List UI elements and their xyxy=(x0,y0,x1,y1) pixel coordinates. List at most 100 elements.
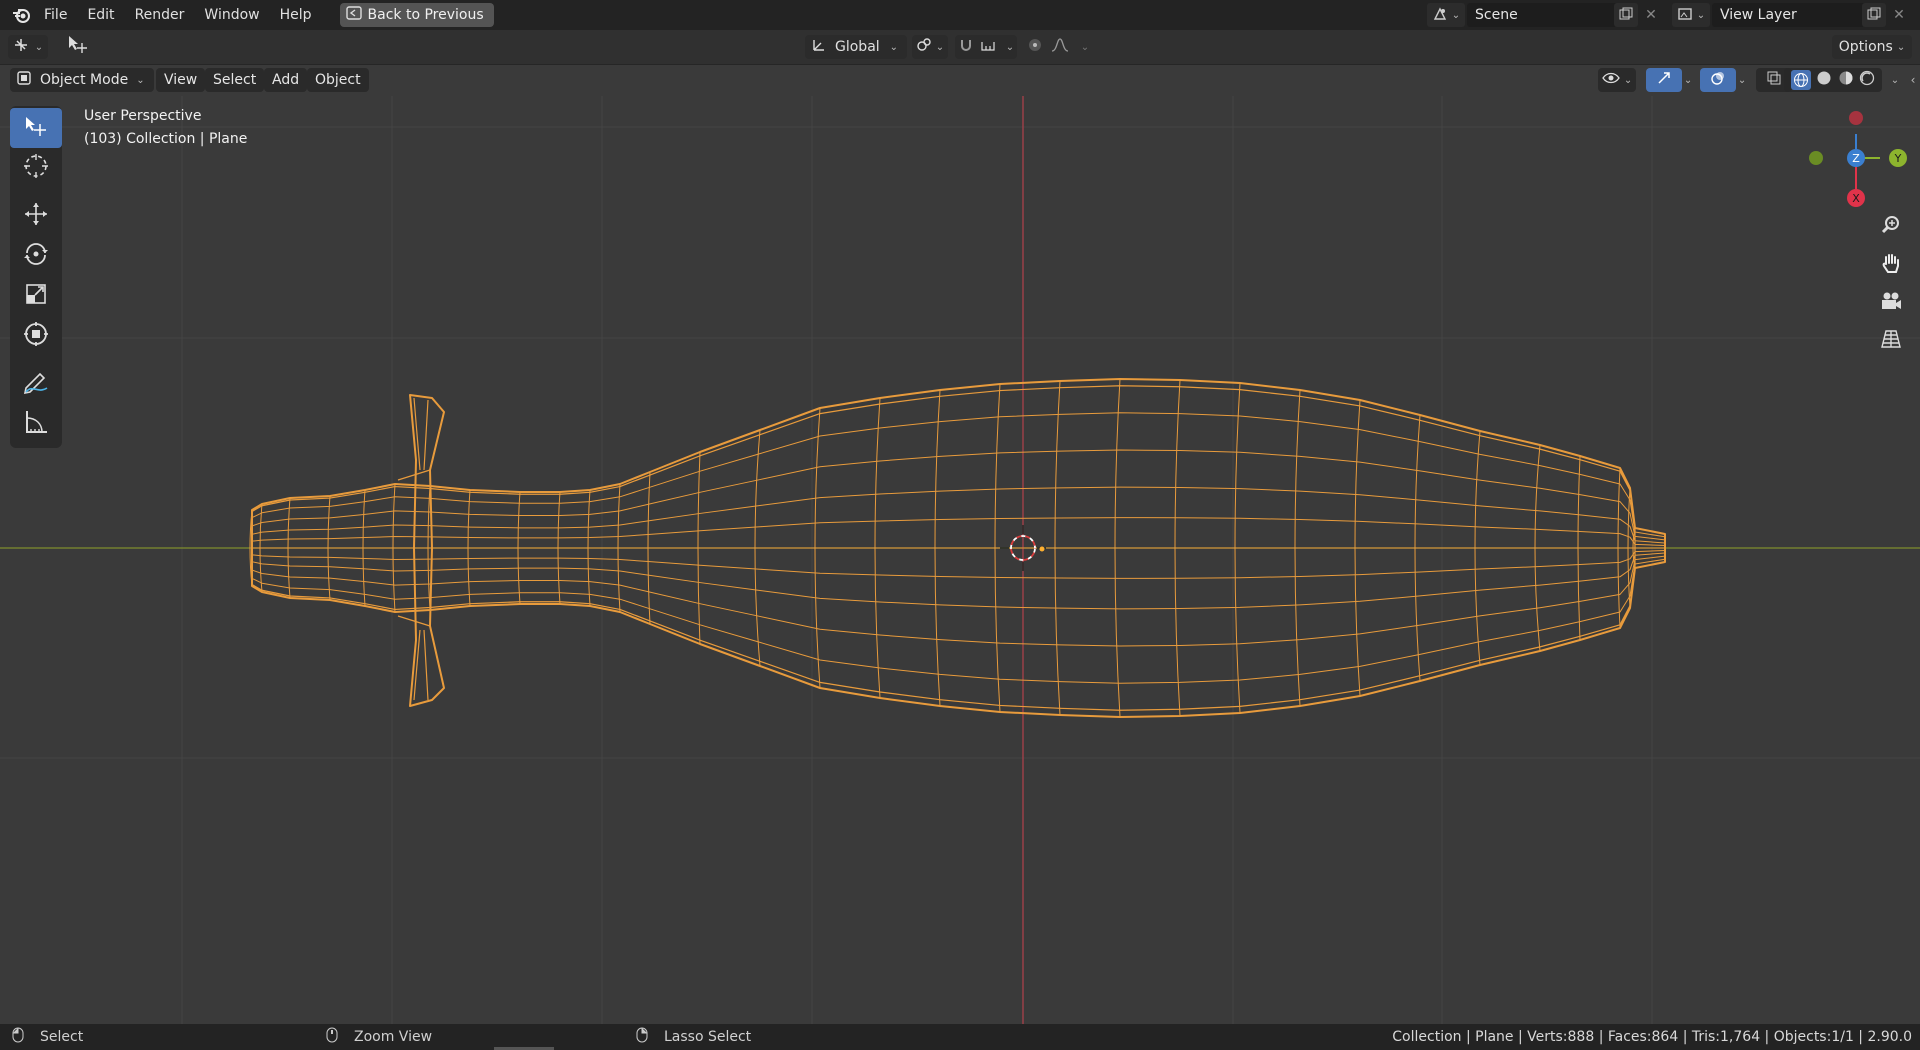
tool-scale[interactable] xyxy=(10,276,62,316)
status-select-hint: Select xyxy=(12,1024,83,1050)
viewport-header: Object Mode ⌄ View Select Add Object ⌄ ⌄… xyxy=(0,64,1920,96)
viewport-canvas[interactable] xyxy=(0,64,1920,1024)
grid-perspective-icon xyxy=(1880,328,1902,354)
menu-render[interactable]: Render xyxy=(125,0,195,30)
transform-orientation-dropdown[interactable]: Global ⌄ xyxy=(805,35,907,59)
back-to-previous-button[interactable]: Back to Previous xyxy=(339,3,494,27)
gizmo-neg-x-ball xyxy=(1849,111,1863,125)
cursor-move-icon xyxy=(66,34,90,60)
top-menu-bar: File Edit Render Window Help Back to Pre… xyxy=(0,0,1920,30)
pencil-icon xyxy=(22,368,50,400)
orientation-label: Global xyxy=(835,39,880,55)
xray-icon xyxy=(1767,71,1781,89)
wireframe-shading-icon[interactable] xyxy=(1790,70,1811,90)
close-icon: ✕ xyxy=(1645,7,1657,23)
duplicate-icon xyxy=(1867,7,1881,24)
snap-controls[interactable]: ⌄ xyxy=(955,35,1017,59)
status-zoom-label: Zoom View xyxy=(354,1029,433,1045)
shading-mode-group[interactable] xyxy=(1784,68,1882,92)
scene-browse-button[interactable]: ⌄ xyxy=(1427,3,1465,27)
blender-logo-icon[interactable] xyxy=(8,0,34,30)
tool-transform[interactable] xyxy=(10,316,62,356)
status-lasso-hint: Lasso Select xyxy=(636,1024,751,1050)
viewport-menu-select[interactable]: Select xyxy=(205,68,265,92)
camera-icon xyxy=(1880,291,1902,315)
select-box-icon xyxy=(23,114,49,142)
gizmo-icon xyxy=(1656,70,1672,90)
tool-annotate[interactable] xyxy=(10,364,62,404)
viewport-menu-object[interactable]: Object xyxy=(307,68,369,92)
mouse-left-icon xyxy=(12,1027,24,1047)
orientation-icon xyxy=(811,37,827,57)
scene-name-field[interactable]: Scene xyxy=(1467,3,1622,27)
eye-icon xyxy=(1602,72,1620,88)
proportional-editing-controls[interactable]: ⌄ xyxy=(1026,35,1090,59)
scene-icon xyxy=(1432,6,1448,25)
3d-viewport[interactable]: User Perspective (103) Collection | Plan… xyxy=(0,64,1920,1024)
new-scene-button[interactable] xyxy=(1614,3,1638,27)
navigation-gizmo[interactable]: Z Y X xyxy=(1790,104,1910,214)
overlays-dropdown[interactable]: ⌄ xyxy=(1730,68,1754,92)
gizmo-y-label: Y xyxy=(1894,152,1902,165)
falloff-curve-icon[interactable] xyxy=(1051,38,1069,56)
perspective-toggle-button[interactable] xyxy=(1876,326,1906,356)
menu-edit[interactable]: Edit xyxy=(77,0,124,30)
menu-file[interactable]: File xyxy=(34,0,77,30)
gizmo-dropdown[interactable]: ⌄ xyxy=(1676,68,1700,92)
gizmo-neg-y-ball xyxy=(1809,151,1823,165)
delete-scene-button[interactable]: ✕ xyxy=(1640,3,1662,27)
status-zoom-hint: Zoom View xyxy=(326,1024,432,1050)
zoom-magnifier-icon xyxy=(1880,214,1902,240)
scene-name: Scene xyxy=(1475,7,1518,23)
sidebar-toggle-arrow[interactable]: ‹ xyxy=(1906,68,1920,92)
cursor-icon xyxy=(22,152,50,184)
snap-magnet-icon[interactable] xyxy=(958,37,974,57)
view-layer-name-field[interactable]: View Layer xyxy=(1712,3,1870,27)
viewport-menu-add[interactable]: Add xyxy=(264,68,308,92)
tool-measure[interactable] xyxy=(10,404,62,444)
view-layer-icon xyxy=(1677,6,1693,25)
editor-type-button[interactable]: ⌄ xyxy=(8,35,48,59)
select-tool-button[interactable] xyxy=(66,35,90,59)
object-mode-label: Object Mode xyxy=(40,72,129,88)
status-select-label: Select xyxy=(40,1029,84,1045)
gizmo-x-label: X xyxy=(1852,192,1860,205)
selected-mesh-wireframe[interactable] xyxy=(249,378,1666,718)
shading-dropdown[interactable]: ⌄ xyxy=(1882,68,1908,92)
tool-select-box[interactable] xyxy=(10,108,62,148)
pan-button[interactable] xyxy=(1876,250,1906,280)
menu-help[interactable]: Help xyxy=(270,0,322,30)
chevron-left-icon: ‹ xyxy=(1910,73,1916,87)
scene-statistics: Collection | Plane | Verts:888 | Faces:8… xyxy=(1392,1029,1912,1045)
delete-view-layer-button[interactable]: ✕ xyxy=(1888,3,1910,27)
mouse-right-icon xyxy=(636,1027,648,1047)
tool-move[interactable] xyxy=(10,196,62,236)
tool-rotate[interactable] xyxy=(10,236,62,276)
menu-window[interactable]: Window xyxy=(194,0,269,30)
move-icon xyxy=(22,200,50,232)
new-view-layer-button[interactable] xyxy=(1862,3,1886,27)
viewport-editor-icon xyxy=(13,37,31,57)
pivot-point-dropdown[interactable]: ⌄ xyxy=(912,35,948,59)
object-mode-icon xyxy=(16,70,32,90)
snap-increment-icon[interactable] xyxy=(980,38,996,56)
tool-header: ⌄ Global ⌄ ⌄ ⌄ ⌄ Options ⌄ xyxy=(0,30,1920,65)
zoom-button[interactable] xyxy=(1876,212,1906,242)
view-layer-browse-button[interactable]: ⌄ xyxy=(1672,3,1710,27)
solid-shading-icon[interactable] xyxy=(1816,70,1832,90)
proportional-edit-icon[interactable] xyxy=(1027,37,1043,57)
options-dropdown[interactable]: Options ⌄ xyxy=(1832,35,1912,59)
status-lasso-label: Lasso Select xyxy=(664,1029,752,1045)
tool-cursor[interactable] xyxy=(10,148,62,188)
material-shading-icon[interactable] xyxy=(1838,70,1854,90)
scale-icon xyxy=(22,280,50,312)
rendered-shading-icon[interactable] xyxy=(1859,70,1875,90)
visibility-dropdown[interactable]: ⌄ xyxy=(1598,68,1636,92)
viewport-menu-view[interactable]: View xyxy=(156,68,206,92)
duplicate-icon xyxy=(1619,7,1633,24)
camera-view-button[interactable] xyxy=(1876,288,1906,318)
transform-icon xyxy=(22,320,50,352)
left-toolbar xyxy=(10,106,62,448)
rotate-icon xyxy=(22,240,50,272)
object-mode-dropdown[interactable]: Object Mode ⌄ xyxy=(10,68,154,92)
